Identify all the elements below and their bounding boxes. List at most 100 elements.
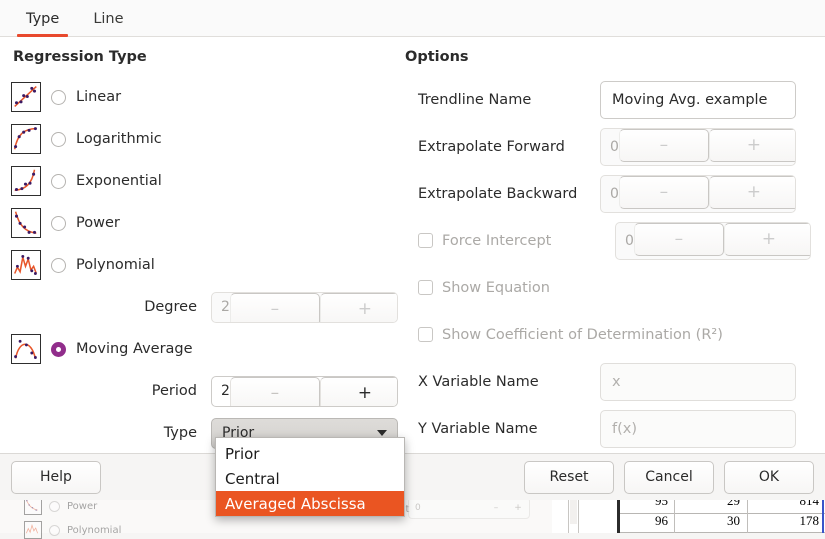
chevron-down-icon [377,430,387,436]
polynomial-radio-ghost [49,524,60,536]
x-variable-name-row: X Variable Name x [403,358,811,405]
regression-label-polynomial: Polynomial [76,257,155,273]
radio-moving-average[interactable] [51,341,66,357]
moving-average-trend-thumbnail-icon [11,334,41,364]
polynomial-label-ghost: Polynomial [67,524,122,536]
show-equation-checkbox[interactable] [418,280,433,295]
background-ghost-polynomial-row: Polynomial [24,521,121,539]
y-variable-name-label: Y Variable Name [418,420,538,437]
show-r2-row[interactable]: Show Coefficient of Determination (R²) [403,311,811,358]
force-intercept-checkbox[interactable] [418,233,433,248]
force-intercept-increment-button[interactable]: + [723,222,810,256]
period-value[interactable]: 2 [212,377,230,406]
trendline-name-row: Trendline Name Moving Avg. example [403,76,811,123]
x-variable-name-label: X Variable Name [418,373,539,390]
degree-increment-button[interactable]: + [319,292,397,322]
options-heading: Options [405,49,469,65]
extrapolate-backward-label: Extrapolate Backward [418,185,578,202]
degree-value[interactable]: 2 [212,293,230,322]
dialog-footer: Help Reset Cancel OK [0,453,825,500]
regression-option-moving-average[interactable]: Moving Average [11,328,403,370]
regression-option-linear[interactable]: Linear [11,76,403,118]
cancel-button[interactable]: Cancel [624,460,714,494]
extrapolate-forward-decrement-button[interactable]: – [618,128,709,162]
regression-option-exponential[interactable]: Exponential [11,160,403,202]
degree-label: Degree [144,299,197,315]
show-r2-label: Show Coefficient of Determination (R²) [442,326,723,343]
extrapolate-backward-spinner[interactable]: 0 – + [600,174,796,213]
regression-label-linear: Linear [76,89,122,105]
period-increment-button[interactable]: + [319,376,397,406]
linear-trend-thumbnail-icon [11,82,41,112]
regression-label-logarithmic: Logarithmic [76,131,162,147]
table-cell: 30 [727,513,740,528]
degree-decrement-button[interactable]: – [229,292,320,322]
power-radio-ghost [49,500,60,512]
dropdown-option-central[interactable]: Central [216,466,404,491]
extrapolate-backward-decrement-button[interactable]: – [618,175,709,209]
force-intercept-plus-ghost: + [514,503,522,513]
y-variable-name-input[interactable]: f(x) [600,409,796,448]
radio-exponential[interactable] [51,173,66,189]
exponential-trend-thumbnail-icon [11,166,41,196]
force-intercept-decrement-button[interactable]: – [633,222,724,256]
table-row: 96 [655,513,668,528]
extrapolate-forward-label: Extrapolate Forward [418,138,565,155]
polynomial-trend-thumbnail-icon [11,250,41,280]
force-intercept-spinner[interactable]: 0 – + [615,221,811,260]
show-r2-checkbox[interactable] [418,327,433,342]
force-intercept-label: Force Intercept [442,232,552,249]
table-cell: 178 [799,513,820,528]
extrapolate-backward-row: Extrapolate Backward 0 – + [403,170,811,217]
spreadsheet-scroll-grip [570,498,577,524]
regression-type-heading: Regression Type [13,49,147,65]
x-variable-name-input[interactable]: x [600,362,796,401]
period-spinner[interactable]: 2 – + [211,375,398,407]
extrapolate-forward-increment-button[interactable]: + [708,128,795,162]
force-intercept-spinner-ghost: 0 – + [408,497,530,519]
regression-option-logarithmic[interactable]: Logarithmic [11,118,403,160]
regression-option-polynomial[interactable]: Polynomial [11,244,403,286]
regression-option-power[interactable]: Power [11,202,403,244]
radio-linear[interactable] [51,89,66,105]
moving-average-type-label: Type [163,425,197,441]
period-decrement-button[interactable]: – [229,376,320,406]
force-intercept-value-ghost: 0 [415,503,421,513]
radio-polynomial[interactable] [51,257,66,273]
extrapolate-backward-value[interactable]: 0 [601,176,619,212]
power-label-ghost: Power [67,500,98,512]
force-intercept-minus-ghost: – [493,503,499,513]
force-intercept-value[interactable]: 0 [616,223,634,259]
tab-type[interactable]: Type [9,11,76,37]
help-button[interactable]: Help [11,460,101,494]
degree-spinner[interactable]: 2 – + [211,291,398,323]
force-intercept-checkbox-group[interactable]: Force Intercept [403,233,615,249]
moving-average-type-dropdown: Prior Central Averaged Abscissa [215,437,405,517]
period-row: Period 2 – + [11,370,403,412]
trendline-name-label: Trendline Name [418,91,532,108]
dialog-content: Regression Type Linear Logarithmic Expon… [0,37,825,500]
trendline-name-input[interactable]: Moving Avg. example [600,80,796,119]
polynomial-trend-thumbnail-ghost [24,521,42,539]
force-intercept-row: Force Intercept 0 – + [403,217,811,264]
regression-label-power: Power [76,215,120,231]
regression-label-moving-average: Moving Average [76,341,193,357]
tab-line[interactable]: Line [76,11,140,36]
dialog-tabbar: Type Line [0,0,825,37]
regression-type-panel: Regression Type Linear Logarithmic Expon… [0,37,403,500]
reset-button[interactable]: Reset [524,460,614,494]
dropdown-option-averaged-abscissa[interactable]: Averaged Abscissa [216,491,404,516]
ok-button[interactable]: OK [724,460,814,494]
show-equation-row[interactable]: Show Equation [403,264,811,311]
extrapolate-backward-increment-button[interactable]: + [708,175,795,209]
radio-logarithmic[interactable] [51,131,66,147]
logarithmic-trend-thumbnail-icon [11,124,41,154]
extrapolate-forward-spinner[interactable]: 0 – + [600,127,796,166]
show-equation-label: Show Equation [442,279,550,296]
extrapolate-forward-row: Extrapolate Forward 0 – + [403,123,811,170]
degree-row: Degree 2 – + [11,286,403,328]
extrapolate-forward-value[interactable]: 0 [601,129,619,165]
dropdown-option-prior[interactable]: Prior [216,441,404,466]
options-panel: Options Trendline Name Moving Avg. examp… [402,37,825,500]
radio-power[interactable] [51,215,66,231]
